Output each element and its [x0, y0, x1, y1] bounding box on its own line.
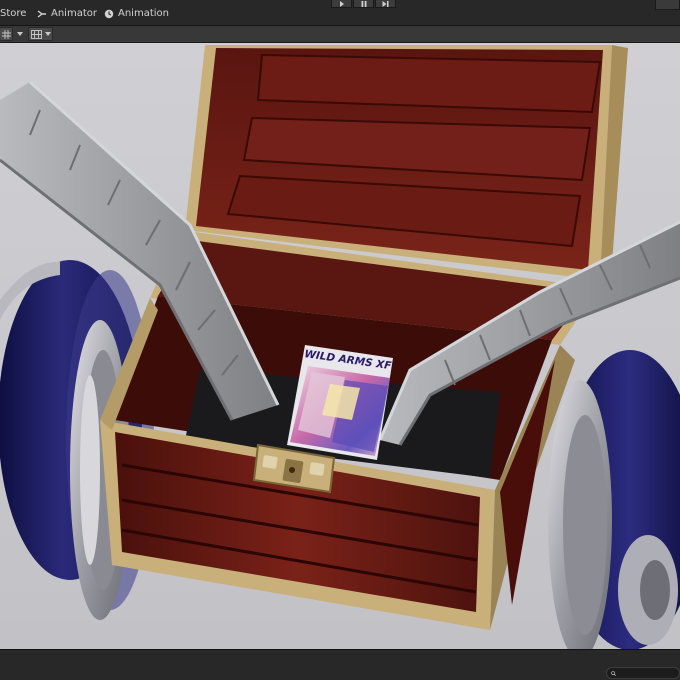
scene-tools-icon	[30, 29, 42, 39]
grid-toggle-icon	[1, 29, 11, 39]
search-input[interactable]	[616, 668, 679, 678]
tab-store-label: Store	[0, 8, 27, 19]
bottom-panel-bar	[0, 649, 680, 680]
grid-toggle-button[interactable]	[0, 27, 13, 41]
step-button[interactable]	[375, 0, 396, 8]
right-wheel	[548, 350, 680, 649]
scene-viewport[interactable]: WILD ARMS XF	[0, 43, 680, 649]
animation-clock-icon	[104, 9, 114, 19]
play-icon	[339, 0, 344, 7]
layout-button[interactable]	[655, 0, 680, 10]
tab-animator-label: Animator	[51, 8, 97, 19]
tab-animator[interactable]: Animator	[37, 6, 97, 22]
scene-render: WILD ARMS XF	[0, 43, 680, 649]
pause-icon	[361, 0, 366, 7]
grid-dropdown-button[interactable]	[14, 27, 25, 41]
step-icon	[382, 0, 389, 7]
tab-animation[interactable]: Animation	[104, 6, 169, 22]
dropdown-arrow-icon	[16, 32, 23, 36]
search-field[interactable]	[606, 667, 680, 679]
scene-tools-button[interactable]	[28, 27, 53, 41]
game-box: WILD ARMS XF	[287, 345, 393, 460]
scene-toolbar	[0, 26, 680, 43]
dropdown-arrow-icon	[44, 32, 51, 36]
playback-controls	[331, 0, 396, 8]
top-tab-bar: Store Animator Animation	[0, 0, 680, 26]
play-button[interactable]	[331, 0, 352, 8]
pause-button[interactable]	[353, 0, 374, 8]
tab-animation-label: Animation	[118, 8, 169, 19]
animator-icon	[37, 10, 46, 18]
tab-store[interactable]: Store	[0, 6, 26, 22]
